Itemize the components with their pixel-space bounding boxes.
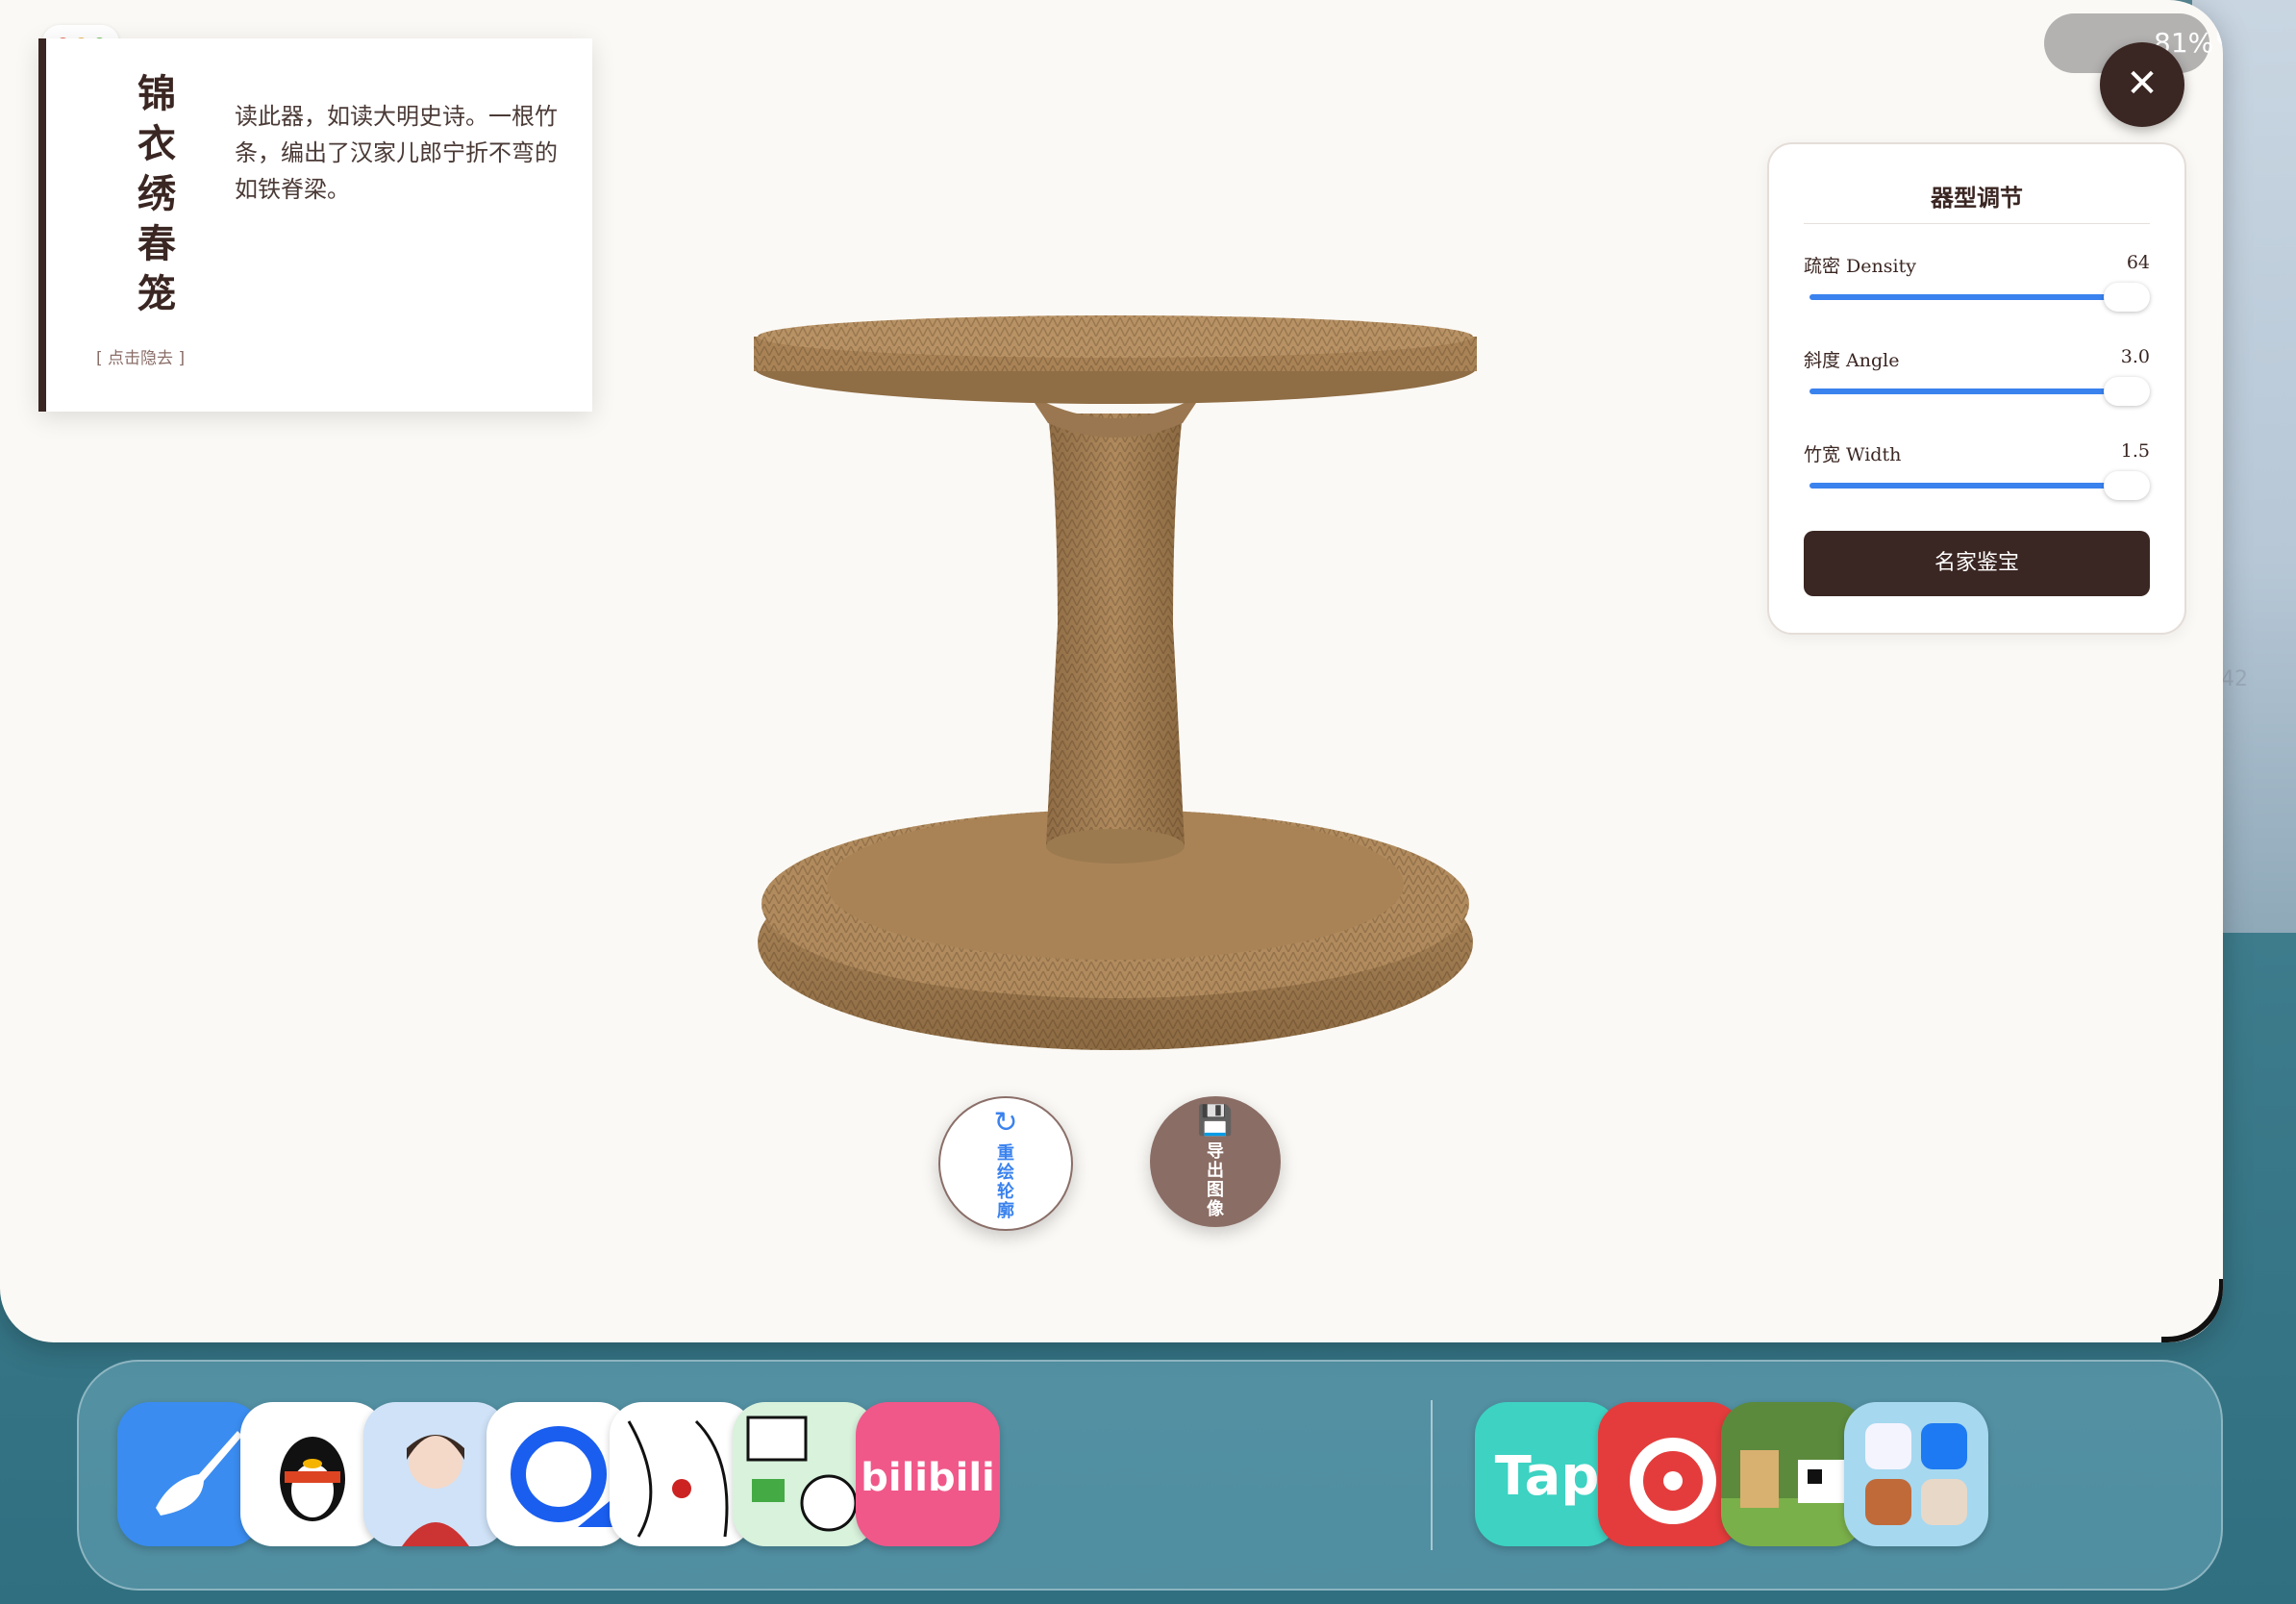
bilibili-label: bilibili bbox=[861, 1456, 995, 1500]
width-slider-track[interactable] bbox=[1809, 483, 2108, 489]
export-image-button[interactable]: 💾 导出图像 bbox=[1150, 1096, 1281, 1227]
redraw-label: 重绘轮廓 bbox=[997, 1143, 1014, 1221]
title-char: 衣 bbox=[137, 121, 178, 166]
window-resize-handle[interactable] bbox=[2161, 1279, 2223, 1342]
dock: bilibili Tap bbox=[77, 1360, 2223, 1591]
dock-divider bbox=[1431, 1400, 1433, 1550]
density-value: 64 bbox=[2126, 252, 2150, 273]
app-library-folder-icon[interactable] bbox=[1844, 1402, 1988, 1546]
density-slider-knob[interactable] bbox=[2104, 283, 2150, 312]
density-control: 疏密 Density 64 bbox=[1804, 252, 2150, 338]
title-char: 锦 bbox=[137, 71, 178, 116]
angle-label: 斜度 Angle bbox=[1804, 350, 1900, 371]
info-description: 读此器，如读大明史诗。一根竹条，编出了汉家儿郎宁折不弯的如铁脊梁。 bbox=[235, 103, 558, 203]
angle-slider-knob[interactable] bbox=[2104, 377, 2150, 406]
title-char: 笼 bbox=[137, 271, 178, 316]
app-window: 锦 衣 绣 春 笼 读此器，如读大明史诗。一根竹条，编出了汉家儿郎宁折不弯的如铁… bbox=[0, 0, 2223, 1342]
title-char: 绣 bbox=[137, 171, 178, 216]
export-label: 导出图像 bbox=[1207, 1141, 1224, 1219]
refresh-icon: ↻ bbox=[993, 1106, 1018, 1140]
appraise-button[interactable]: 名家鉴宝 bbox=[1804, 531, 2150, 596]
density-label: 疏密 Density bbox=[1804, 256, 1916, 277]
save-disk-icon: 💾 bbox=[1197, 1104, 1234, 1138]
woven-vessel-render[interactable] bbox=[740, 308, 1490, 1096]
width-control: 竹宽 Width 1.5 bbox=[1804, 440, 2150, 527]
title-char: 春 bbox=[137, 221, 178, 266]
angle-slider-track[interactable] bbox=[1809, 388, 2108, 394]
width-slider-knob[interactable] bbox=[2104, 471, 2150, 500]
bilibili-app-icon[interactable]: bilibili bbox=[856, 1402, 1000, 1546]
info-title: 锦 衣 绣 春 笼 bbox=[129, 69, 187, 319]
taptap-label: Tap bbox=[1495, 1445, 1600, 1508]
width-value: 1.5 bbox=[2120, 440, 2150, 462]
width-label: 竹宽 Width bbox=[1804, 444, 1902, 465]
shape-adjust-panel: 器型调节 疏密 Density 64 斜度 Angle 3.0 竹宽 Width… bbox=[1767, 142, 2186, 635]
panel-title: 器型调节 bbox=[1931, 184, 2023, 212]
density-slider-track[interactable] bbox=[1809, 294, 2108, 300]
close-button[interactable]: ✕ bbox=[2100, 42, 2184, 127]
redraw-outline-button[interactable]: ↻ 重绘轮廓 bbox=[938, 1096, 1073, 1231]
info-card[interactable]: 锦 衣 绣 春 笼 读此器，如读大明史诗。一根竹条，编出了汉家儿郎宁折不弯的如铁… bbox=[38, 38, 592, 412]
hide-info-link[interactable]: [ 点击隐去 ] bbox=[96, 344, 185, 368]
angle-value: 3.0 bbox=[2120, 346, 2150, 367]
battery-icon bbox=[2217, 19, 2223, 44]
angle-control: 斜度 Angle 3.0 bbox=[1804, 346, 2150, 433]
peek-number: 42 bbox=[2221, 667, 2248, 691]
panel-divider bbox=[1804, 223, 2150, 224]
